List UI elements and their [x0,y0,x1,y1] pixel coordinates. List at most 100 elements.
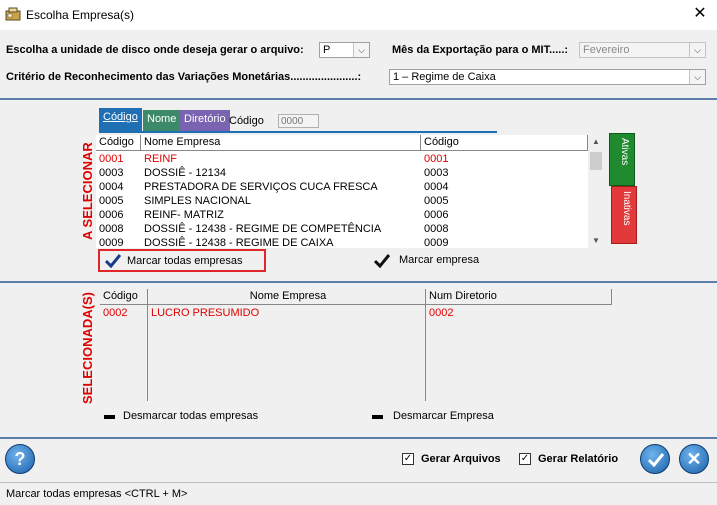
selected-rows: 0002 LUCRO PRESUMIDO 0002 [100,306,612,396]
month-label: Mês da Exportação para o MIT.....: [392,44,569,56]
cell-code2: 0004 [424,181,449,193]
disk-value: P [323,44,331,56]
cell-code: 0002 [103,307,128,319]
chevron-down-icon: ⌵ [689,43,705,57]
scroll-down-icon[interactable]: ▼ [588,234,604,248]
table-row[interactable]: 0002 LUCRO PRESUMIDO 0002 [100,306,612,320]
selected-grid[interactable]: Código Nome Empresa Num Diretorio 0002 LU… [100,289,612,401]
table-row[interactable]: 0003 DOSSIÊ - 12134 0003 [96,166,588,180]
column-header-num-diretorio[interactable]: Num Diretorio [426,289,612,305]
cell-code: 0006 [99,209,124,221]
cell-name: DOSSIÊ - 12438 - REGIME DE CAIXA [144,237,334,249]
window-title: Escolha Empresa(s) [26,8,135,22]
tab-underline [99,131,497,133]
tab-inativas[interactable]: Inativas [611,186,637,244]
column-header-codigo[interactable]: Código [96,135,141,151]
selected-header: Código Nome Empresa Num Diretorio [100,289,612,305]
help-icon: ? [14,449,26,469]
cancel-button[interactable]: ✕ [679,444,709,474]
cell-code: 0003 [99,167,124,179]
status-bar: Marcar todas empresas <CTRL + M> [0,482,717,505]
cell-code2: 0001 [424,153,449,165]
tab-nome[interactable]: Nome [143,110,181,131]
status-text: Marcar todas empresas <CTRL + M> [6,488,188,500]
gen-report-label: Gerar Relatório [538,453,619,465]
cell-name: REINF [144,153,177,165]
close-button[interactable]: ✕ [690,4,710,24]
separator [0,437,717,439]
unmark-one-button[interactable]: Desmarcar Empresa [370,408,500,424]
unmark-all-button[interactable]: Desmarcar todas empresas [100,408,270,424]
mark-one-button[interactable]: Marcar empresa [372,252,492,270]
checkmark-icon [374,254,390,268]
checkmark-icon [647,453,665,468]
month-select[interactable]: Fevereiro ⌵ [579,42,706,58]
disk-select[interactable]: P ⌵ [319,42,370,58]
minus-icon [372,415,383,419]
cell-code: 0004 [99,181,124,193]
search-label: Código [229,115,264,127]
to-select-scrollbar[interactable]: ▲ ▼ [588,135,604,248]
column-header-nome-empresa[interactable]: Nome Empresa [148,289,426,305]
criterion-value: 1 – Regime de Caixa [393,71,496,83]
column-header-nome-empresa[interactable]: Nome Empresa [141,135,421,151]
table-row[interactable]: 0001 REINF 0001 [96,152,588,166]
column-header-codigo[interactable]: Código [100,289,148,305]
cell-code2: 0008 [424,223,449,235]
cell-code: 0008 [99,223,124,235]
selected-side-label: SELECIONADA(S) [80,292,95,404]
gen-files-label: Gerar Arquivos [421,453,501,465]
checkmark-icon [105,254,121,268]
to-select-rows: 0001 REINF 0001 0003 DOSSIÊ - 12134 0003 0004 P… [96,152,588,250]
table-row[interactable]: 0005 SIMPLES NACIONAL 0005 [96,194,588,208]
checkbox-icon: ✓ [519,453,531,465]
separator [0,98,717,100]
cell-code2: 0005 [424,195,449,207]
to-select-side-label: A SELECIONAR [80,142,95,240]
tab-diretorio[interactable]: Diretório [180,110,230,131]
cell-name: LUCRO PRESUMIDO [151,307,260,319]
cell-name: PRESTADORA DE SERVIÇOS CUCA FRESCA [144,181,378,193]
confirm-button[interactable] [640,444,670,474]
tab-ativas-label: Ativas [619,138,630,166]
search-code-input[interactable] [278,114,319,128]
table-row[interactable]: 0008 DOSSIÊ - 12438 - REGIME DE COMPETÊNC… [96,222,588,236]
to-select-header: Código Nome Empresa Código [96,135,588,151]
unmark-all-label: Desmarcar todas empresas [123,410,259,422]
column-header-codigo-2[interactable]: Código [421,135,588,151]
gen-files-checkbox[interactable]: ✓ Gerar Arquivos [402,452,512,468]
cell-code2: 0009 [424,237,449,249]
unmark-one-label: Desmarcar Empresa [393,410,494,422]
minus-icon [104,415,115,419]
table-row[interactable]: 0006 REINF- MATRIZ 0006 [96,208,588,222]
cell-name: REINF- MATRIZ [144,209,224,221]
tab-inativas-label: Inativas [621,191,632,226]
cell-name: DOSSIÊ - 12134 [144,167,226,179]
criterion-label: Critério de Reconhecimento das Variações… [6,71,362,83]
gen-report-checkbox[interactable]: ✓ Gerar Relatório [519,452,629,468]
scroll-thumb[interactable] [590,152,602,170]
scroll-up-icon[interactable]: ▲ [588,135,604,149]
mark-all-label: Marcar todas empresas [127,255,243,267]
close-icon: ✕ [686,449,702,469]
table-row[interactable]: 0009 DOSSIÊ - 12438 - REGIME DE CAIXA 0009 [96,236,588,250]
cell-code2: 0002 [429,307,454,319]
cell-code2: 0003 [424,167,449,179]
app-icon [5,7,21,21]
table-row[interactable]: 0004 PRESTADORA DE SERVIÇOS CUCA FRESCA 00… [96,180,588,194]
tab-codigo[interactable]: Código [99,108,142,132]
cell-code: 0009 [99,237,124,249]
criterion-select[interactable]: 1 – Regime de Caixa ⌵ [389,69,706,85]
cell-name: SIMPLES NACIONAL [144,195,251,207]
cell-code: 0001 [99,153,124,165]
mark-one-label: Marcar empresa [399,254,480,266]
chevron-down-icon: ⌵ [353,43,369,57]
title-bar: Escolha Empresa(s) ✕ [0,0,717,30]
month-value: Fevereiro [583,44,630,56]
help-button[interactable]: ? [5,444,35,474]
separator [0,281,717,283]
tab-ativas[interactable]: Ativas [609,133,635,186]
checkbox-icon: ✓ [402,453,414,465]
mark-all-button[interactable]: Marcar todas empresas [98,249,266,272]
to-select-grid[interactable]: Código Nome Empresa Código 0001 REINF 0001… [96,135,604,250]
